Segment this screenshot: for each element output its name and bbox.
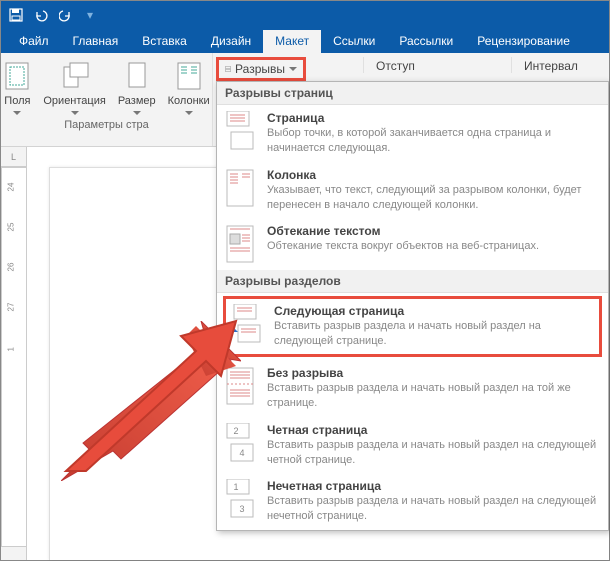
dd-desc: Обтекание текста вокруг объектов на веб-… <box>267 239 598 254</box>
dd-title: Обтекание текстом <box>267 224 598 238</box>
orientation-button[interactable]: Ориентация <box>37 59 111 117</box>
spacing-label: Интервал <box>511 57 590 73</box>
dd-item-oddpage[interactable]: 13 Нечетная страница Вставить разрыв раз… <box>217 473 608 530</box>
dd-desc: Указывает, что текст, следующий за разры… <box>267 183 598 213</box>
dd-desc: Вставить разрыв раздела и начать новый р… <box>274 319 591 349</box>
page-break-icon <box>223 111 257 151</box>
dd-title: Без разрыва <box>267 366 598 380</box>
text-wrap-icon <box>223 224 257 264</box>
page-setup-label: Параметры стра <box>64 117 148 134</box>
svg-text:2: 2 <box>233 426 238 436</box>
dd-item-evenpage[interactable]: 24 Четная страница Вставить разрыв разде… <box>217 417 608 474</box>
save-icon[interactable] <box>9 8 23 22</box>
size-button[interactable]: Размер <box>112 59 162 117</box>
size-label: Размер <box>118 95 156 107</box>
indent-label: Отступ <box>363 57 427 73</box>
columns-button[interactable]: Колонки <box>162 59 216 117</box>
margins-label: Поля <box>4 95 30 107</box>
dd-section-section-breaks: Разрывы разделов <box>217 270 608 293</box>
tab-review[interactable]: Рецензирование <box>465 30 582 53</box>
column-break-icon <box>223 168 257 208</box>
page-setup-group: Поля Ориентация Размер Колонки Параметры… <box>1 53 213 146</box>
margins-button[interactable]: Поля <box>0 59 37 117</box>
breaks-button[interactable]: Разрывы <box>216 57 306 81</box>
dd-section-page-breaks: Разрывы страниц <box>217 82 608 105</box>
columns-label: Колонки <box>168 95 210 107</box>
dd-item-page[interactable]: Страница Выбор точки, в которой заканчив… <box>217 105 608 162</box>
quick-access-toolbar: ▾ <box>1 1 609 29</box>
dd-title: Колонка <box>267 168 598 182</box>
dd-item-textwrap[interactable]: Обтекание текстом Обтекание текста вокру… <box>217 218 608 270</box>
ruler-corner: L <box>1 147 27 167</box>
dd-desc: Вставить разрыв раздела и начать новый р… <box>267 494 598 524</box>
dd-desc: Вставить разрыв раздела и начать новый р… <box>267 381 598 411</box>
tab-home[interactable]: Главная <box>61 30 131 53</box>
dd-desc: Выбор точки, в которой заканчивается одн… <box>267 126 598 156</box>
dd-item-continuous[interactable]: Без разрыва Вставить разрыв раздела и на… <box>217 360 608 417</box>
even-page-icon: 24 <box>223 423 257 463</box>
dd-item-nextpage[interactable]: Следующая страница Вставить разрыв разде… <box>223 296 602 357</box>
svg-text:1: 1 <box>233 482 238 492</box>
dd-item-column[interactable]: Колонка Указывает, что текст, следующий … <box>217 162 608 219</box>
breaks-label: Разрывы <box>235 62 285 76</box>
svg-text:3: 3 <box>239 504 244 514</box>
tab-insert[interactable]: Вставка <box>130 30 199 53</box>
tab-mailings[interactable]: Рассылки <box>387 30 465 53</box>
vertical-ruler[interactable]: 24 25 26 27 1 <box>1 167 27 560</box>
undo-icon[interactable] <box>33 8 49 22</box>
tab-layout[interactable]: Макет <box>263 30 321 53</box>
dd-title: Следующая страница <box>274 304 591 318</box>
dd-title: Нечетная страница <box>267 479 598 493</box>
breaks-dropdown: Разрывы страниц Страница Выбор точки, в … <box>216 81 609 531</box>
svg-text:4: 4 <box>239 448 244 458</box>
qat-separator: ▾ <box>87 8 93 22</box>
next-page-icon <box>230 304 264 344</box>
tab-design[interactable]: Дизайн <box>199 30 263 53</box>
dd-title: Четная страница <box>267 423 598 437</box>
tab-references[interactable]: Ссылки <box>321 30 387 53</box>
orientation-label: Ориентация <box>43 95 105 107</box>
tab-file[interactable]: Файл <box>7 30 61 53</box>
dd-title: Страница <box>267 111 598 125</box>
odd-page-icon: 13 <box>223 479 257 519</box>
ribbon-tabs: Файл Главная Вставка Дизайн Макет Ссылки… <box>1 29 609 53</box>
redo-icon[interactable] <box>59 8 73 22</box>
continuous-break-icon <box>223 366 257 406</box>
dd-desc: Вставить разрыв раздела и начать новый р… <box>267 438 598 468</box>
chevron-down-icon <box>289 67 297 71</box>
